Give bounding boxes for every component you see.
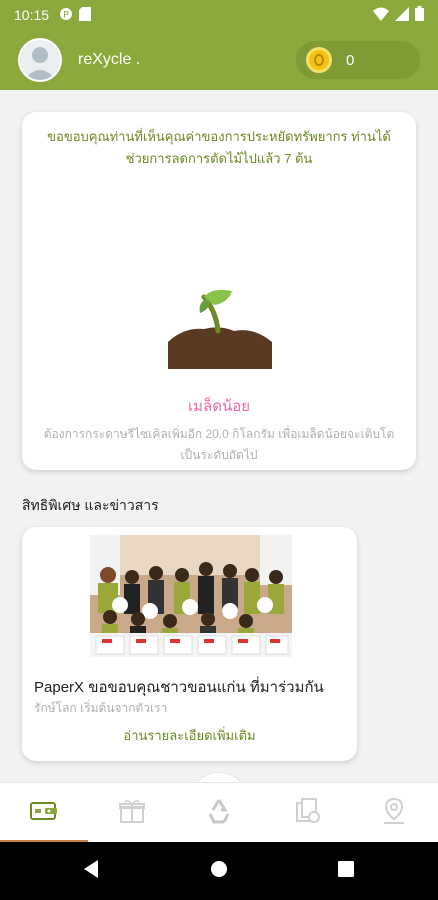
wallet-icon [29,799,59,827]
coin-icon [306,47,332,73]
back-button[interactable] [62,842,122,900]
news-title: PaperX ขอขอบคุณชาวขอนแก่น ที่มาร่วมกัน [34,679,324,696]
bottom-nav [0,782,438,843]
battery-icon [415,5,424,25]
nav-wallet[interactable] [0,783,88,843]
recents-icon [338,861,354,881]
nav-gift[interactable] [88,783,176,843]
status-time: 10:15 [14,7,50,23]
notification-icon: P [59,6,73,25]
coin-count: 0 [346,51,355,69]
gift-icon [118,798,146,828]
news-photo [90,535,292,657]
sprout-icon [164,287,276,377]
tree-message: ขอขอบคุณท่านที่เห็นคุณค่าของการประหยัดทร… [47,129,391,166]
read-more-link[interactable]: อ่านรายละเอียดเพิ่มเติม [22,725,357,746]
sd-card-icon [79,6,92,25]
nav-document[interactable] [263,783,351,843]
news-subtitle: รักษ์โลก เริ่มต้นจากตัวเรา [34,701,168,715]
main-content: ขอขอบคุณท่านที่เห็นคุณค่าของการประหยัดทร… [0,90,438,782]
level-name: เมล็ดน้อย [188,398,250,415]
news-card[interactable]: PaperX ขอขอบคุณชาวขอนแก่น ที่มาร่วมกัน ร… [22,527,357,761]
level-description: ต้องการกระดาษรีไซเคิลเพิ่มอีก 20.0 กิโลก… [43,427,395,462]
status-bar: 10:15 P [0,0,438,30]
nav-location[interactable] [350,783,438,843]
signal-icon [395,6,409,25]
nav-recycle[interactable] [175,783,263,843]
username[interactable]: reXycle . [78,51,140,69]
wifi-icon [373,6,389,25]
coin-balance[interactable]: 0 [296,41,420,79]
user-avatar-icon[interactable] [18,38,62,82]
back-icon [84,860,100,882]
home-button[interactable] [189,842,249,900]
svg-text:P: P [63,10,69,20]
recents-button[interactable] [316,842,376,900]
tree-card: ขอขอบคุณท่านที่เห็นคุณค่าของการประหยัดทร… [22,112,416,470]
recycle-icon [204,796,234,830]
location-icon [381,797,407,829]
home-icon [210,860,228,882]
android-nav-bar [0,842,438,900]
document-icon [293,797,321,829]
app-header: reXycle . 0 [0,30,438,90]
news-section-title: สิทธิพิเศษ และข่าวสาร [22,497,159,513]
